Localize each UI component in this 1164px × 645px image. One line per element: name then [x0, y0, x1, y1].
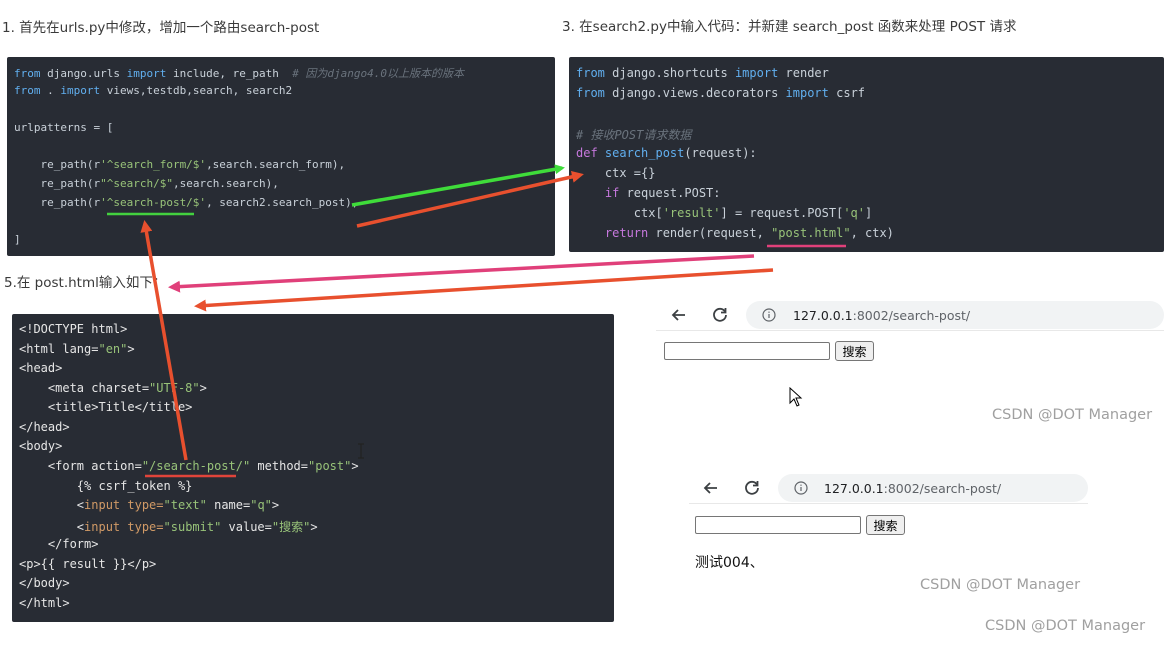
annotation-overlay: [107, 164, 846, 478]
pink-arrow: [168, 254, 755, 293]
red-arrow-template: [194, 268, 774, 312]
red-arrow-route: [356, 170, 584, 228]
red-arrow-action: [140, 220, 188, 461]
